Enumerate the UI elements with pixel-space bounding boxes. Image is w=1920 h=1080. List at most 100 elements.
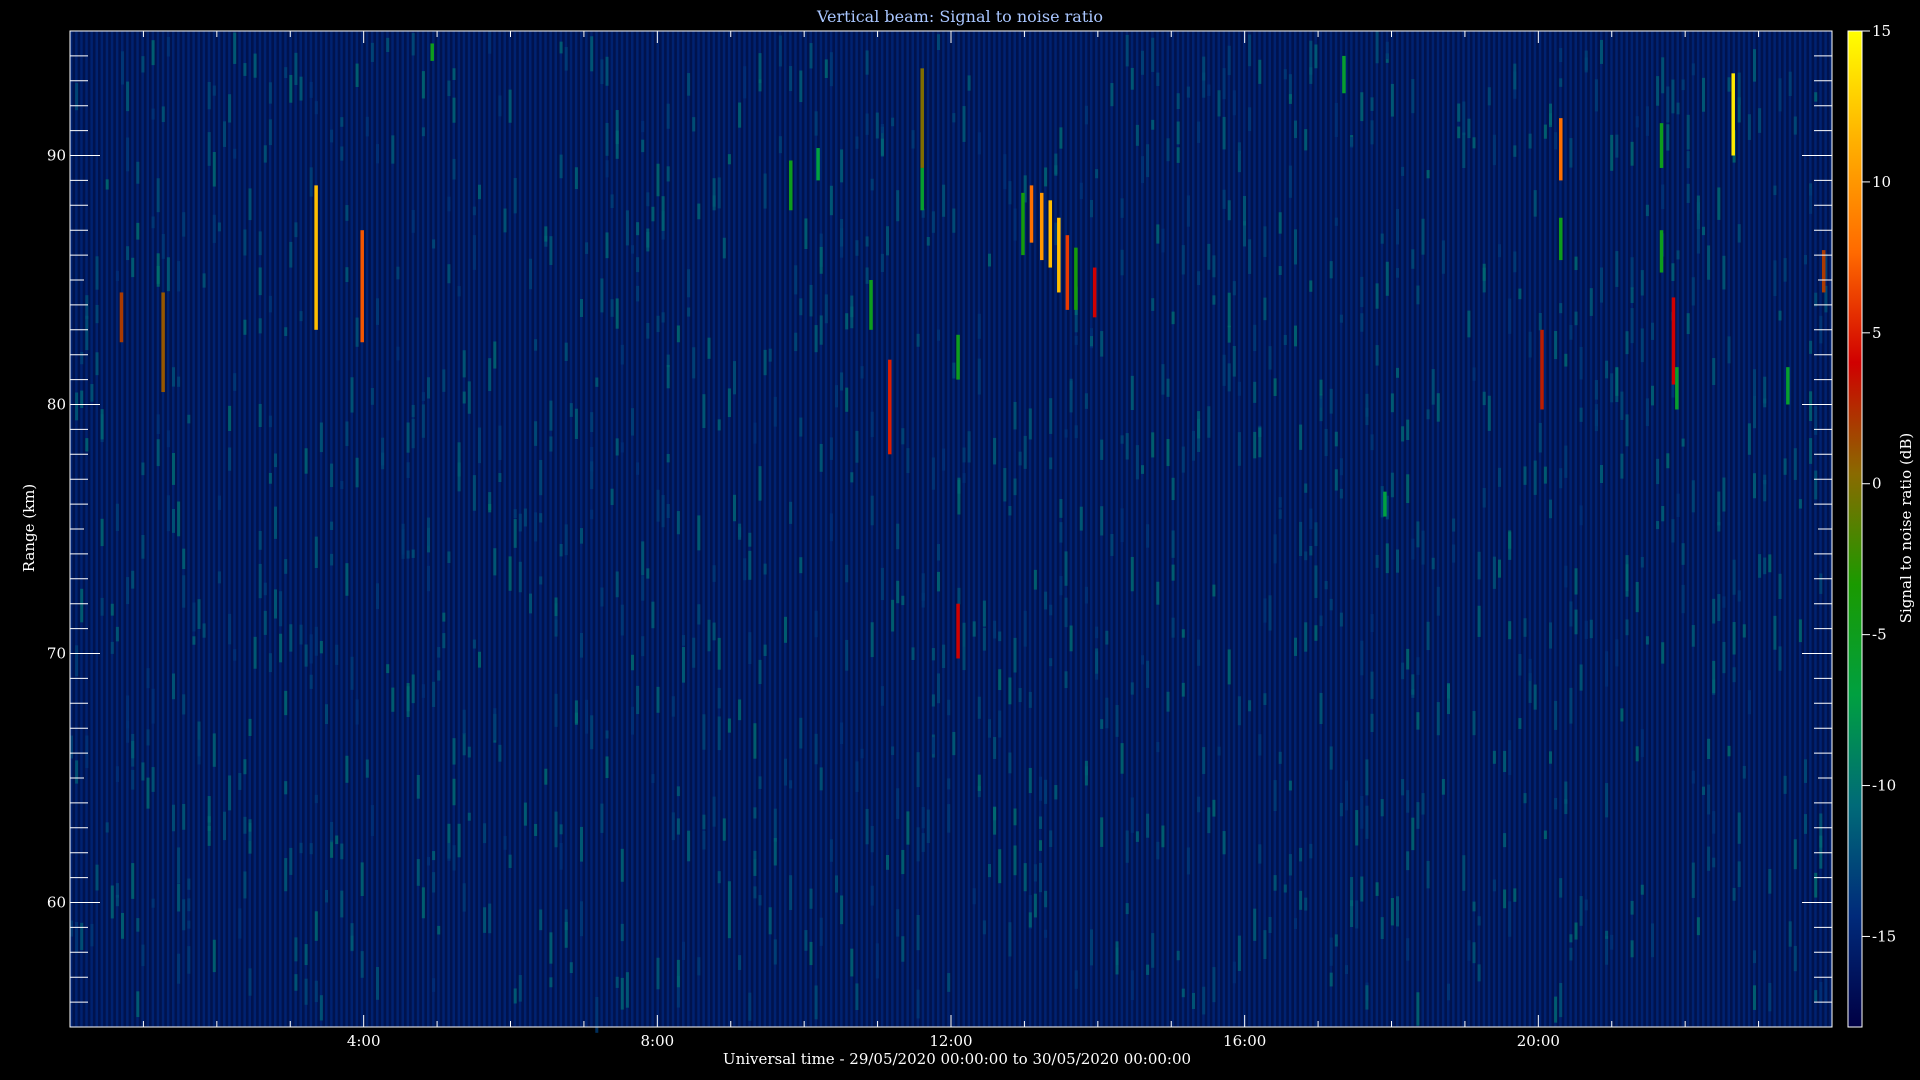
noise-streak bbox=[1584, 50, 1588, 71]
noise-streak bbox=[850, 948, 854, 977]
noise-streak bbox=[1559, 78, 1563, 87]
noise-gap bbox=[1801, 31, 1804, 1027]
noise-streak bbox=[799, 70, 803, 103]
noise-streak bbox=[427, 377, 430, 399]
noise-gap bbox=[1648, 31, 1651, 1027]
echo-streak bbox=[314, 185, 318, 330]
noise-streak bbox=[891, 746, 895, 756]
noise-gap bbox=[1597, 31, 1600, 1027]
noise-streak bbox=[345, 205, 349, 221]
noise-streak bbox=[1319, 692, 1323, 724]
noise-gap bbox=[1531, 31, 1534, 1027]
noise-streak bbox=[1788, 921, 1792, 947]
noise-streak bbox=[1472, 367, 1476, 381]
noise-streak bbox=[916, 914, 920, 951]
noise-streak bbox=[982, 627, 986, 651]
noise-gap bbox=[1480, 31, 1483, 1027]
noise-streak bbox=[1814, 990, 1818, 1002]
noise-streak bbox=[1355, 900, 1359, 929]
noise-gap bbox=[1255, 31, 1259, 1027]
noise-streak bbox=[294, 937, 298, 962]
noise-streak bbox=[717, 637, 721, 670]
noise-streak bbox=[151, 688, 155, 724]
echo-streak bbox=[920, 68, 924, 168]
noise-streak bbox=[758, 895, 762, 906]
noise-streak bbox=[1329, 261, 1333, 279]
noise-streak bbox=[1615, 367, 1619, 396]
noise-streak bbox=[503, 836, 507, 850]
noise-gap bbox=[1520, 31, 1524, 1027]
noise-gap bbox=[863, 31, 866, 1027]
noise-streak bbox=[982, 600, 986, 627]
noise-streak bbox=[1630, 141, 1634, 166]
noise-streak bbox=[1120, 198, 1124, 218]
noise-streak bbox=[993, 737, 997, 759]
noise-streak bbox=[1033, 864, 1037, 882]
noise-streak bbox=[452, 68, 456, 80]
noise-streak bbox=[396, 266, 400, 280]
noise-streak bbox=[243, 319, 247, 335]
noise-streak bbox=[126, 137, 130, 172]
noise-gap bbox=[1327, 31, 1330, 1027]
noise-streak bbox=[1028, 912, 1032, 928]
noise-streak bbox=[1686, 313, 1690, 335]
noise-streak bbox=[1671, 79, 1675, 114]
noise-streak bbox=[819, 443, 823, 472]
noise-streak bbox=[1640, 556, 1644, 568]
noise-streak bbox=[646, 231, 650, 252]
noise-gap bbox=[771, 31, 774, 1027]
noise-streak bbox=[1584, 620, 1588, 639]
noise-streak bbox=[141, 944, 145, 967]
noise-streak bbox=[457, 442, 461, 477]
noise-streak bbox=[518, 561, 522, 593]
noise-streak bbox=[539, 513, 543, 523]
noise-streak bbox=[1008, 505, 1012, 516]
noise-streak bbox=[1696, 917, 1700, 936]
noise-streak bbox=[1334, 431, 1338, 447]
noise-streak bbox=[988, 719, 991, 738]
noise-streak bbox=[1753, 369, 1756, 398]
noise-streak bbox=[916, 333, 920, 347]
noise-streak bbox=[228, 94, 232, 123]
noise-gap bbox=[959, 31, 963, 1027]
noise-streak bbox=[1380, 917, 1384, 940]
noise-streak bbox=[1441, 779, 1445, 795]
noise-streak bbox=[1645, 636, 1649, 645]
noise-streak bbox=[1661, 505, 1665, 522]
noise-streak bbox=[1396, 267, 1399, 278]
noise-streak bbox=[314, 794, 318, 804]
noise-streak bbox=[814, 610, 818, 638]
noise-streak bbox=[304, 644, 308, 667]
noise-streak bbox=[472, 639, 476, 649]
noise-streak bbox=[656, 957, 660, 990]
echo-streak bbox=[1021, 192, 1025, 256]
noise-streak bbox=[921, 573, 925, 601]
noise-streak bbox=[1681, 79, 1685, 91]
noise-streak bbox=[136, 161, 140, 184]
noise-streak bbox=[467, 746, 471, 758]
noise-streak bbox=[1431, 557, 1435, 570]
noise-streak bbox=[151, 216, 155, 229]
noise-streak bbox=[493, 341, 497, 369]
noise-streak bbox=[1472, 901, 1476, 912]
noise-streak bbox=[1686, 151, 1690, 169]
noise-gap bbox=[511, 31, 514, 1027]
noise-gap bbox=[975, 31, 978, 1027]
noise-streak bbox=[722, 818, 726, 841]
noise-gap bbox=[1750, 31, 1753, 1027]
noise-streak bbox=[518, 513, 522, 532]
noise-gap bbox=[1735, 31, 1738, 1027]
noise-streak bbox=[1339, 612, 1343, 627]
noise-streak bbox=[768, 907, 772, 935]
noise-streak bbox=[1360, 795, 1364, 829]
noise-streak bbox=[478, 651, 481, 668]
noise-gap bbox=[1546, 31, 1549, 1027]
noise-gap bbox=[1505, 31, 1509, 1027]
noise-streak bbox=[1630, 257, 1634, 289]
noise-streak bbox=[1380, 799, 1384, 817]
noise-streak bbox=[1574, 568, 1578, 595]
noise-streak bbox=[1819, 981, 1823, 1004]
noise-streak bbox=[1013, 808, 1017, 826]
noise-streak bbox=[1477, 605, 1481, 637]
noise-gap bbox=[184, 31, 188, 1027]
